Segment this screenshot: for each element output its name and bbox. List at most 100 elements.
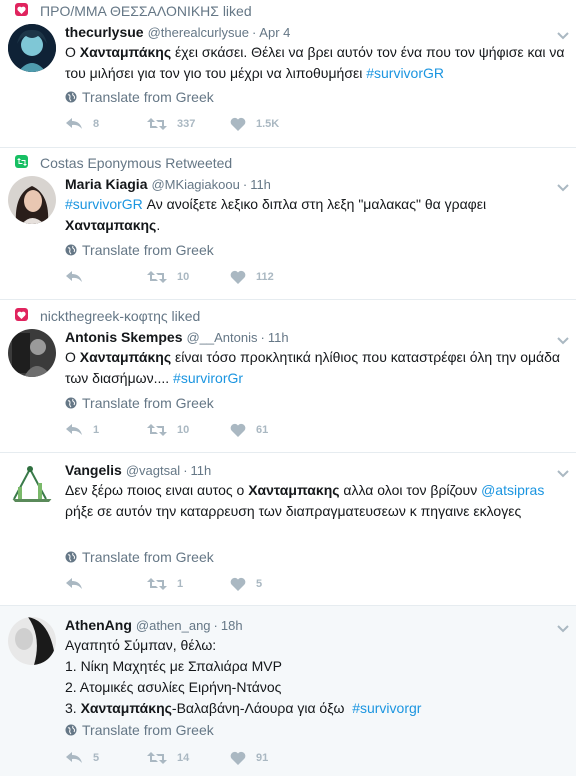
translate-label[interactable]: Translate from Greek — [82, 722, 214, 738]
retweet-button[interactable]: 10 — [147, 270, 189, 284]
retweet-button[interactable]: 14 — [147, 751, 189, 765]
avatar[interactable] — [8, 461, 56, 509]
translate-link[interactable]: Translate from Greek — [65, 241, 214, 259]
reply-count: 1 — [93, 424, 100, 436]
retweet-count: 14 — [177, 752, 190, 764]
translate-label[interactable]: Translate from Greek — [82, 395, 214, 411]
retweet-icon — [147, 271, 167, 283]
retweet-button[interactable]: 1 — [147, 577, 183, 591]
separator-dot: · — [260, 329, 265, 345]
like-button[interactable]: 112 — [230, 270, 274, 284]
tweet-text: Δεν ξέρω ποιος ειναι αυτος ο Χανταμπακης… — [65, 480, 565, 522]
reply-count: 5 — [93, 752, 100, 764]
author-handle[interactable]: @__Antonis — [186, 330, 257, 345]
text-line: 2. Ατομικές ασυλίες Ειρήνη-Ντάνος — [65, 679, 282, 695]
reply-button[interactable] — [65, 270, 93, 284]
reply-button[interactable]: 5 — [65, 751, 99, 765]
avatar[interactable] — [8, 617, 56, 665]
translate-link[interactable]: Translate from Greek — [65, 88, 214, 106]
author-name[interactable]: Antonis Skempes — [65, 329, 182, 345]
tweet-context: Costas Eponymous Retweeted — [15, 155, 232, 171]
author-handle[interactable]: @MKiagiakoou — [151, 177, 239, 192]
translate-link[interactable]: Translate from Greek — [65, 721, 214, 739]
hashtag-link[interactable]: #survirorGr — [173, 370, 243, 386]
translate-link[interactable]: Translate from Greek — [65, 394, 214, 412]
tweet-actions: 8 337 1.5K — [65, 117, 365, 137]
tweet[interactable]: nickthegreek-κοφτης liked Antonis Skempe… — [0, 300, 576, 453]
author-name[interactable]: Vangelis — [65, 462, 122, 478]
translate-label[interactable]: Translate from Greek — [82, 242, 214, 258]
author-name[interactable]: Maria Kiagia — [65, 176, 147, 192]
separator-dot: · — [242, 176, 248, 192]
timestamp[interactable]: Apr 4 — [259, 25, 290, 40]
reply-icon — [66, 118, 82, 129]
tweet[interactable]: Vangelis @vagtsal · 11h Δεν ξέρω ποιος ε… — [0, 453, 576, 606]
heart-icon — [230, 577, 246, 591]
tweet-actions: 10 112 — [65, 270, 365, 290]
text-fragment: Ο — [65, 44, 80, 60]
tweet-text: Ο Χανταμπάκης είναι τόσο προκλητικά ηλίθ… — [65, 347, 565, 389]
author-name[interactable]: thecurlysue — [65, 24, 144, 40]
like-count: 1.5K — [256, 118, 280, 130]
chevron-down-icon[interactable] — [556, 332, 570, 345]
chevron-down-icon[interactable] — [556, 179, 570, 192]
heart-icon — [230, 423, 246, 437]
hashtag-link[interactable]: #survivorgr — [352, 700, 421, 716]
globe-icon — [65, 397, 77, 409]
timestamp[interactable]: 11h — [250, 177, 271, 192]
retweet-icon — [147, 578, 167, 590]
tweet[interactable]: ΠΡΟ/ΜΜΑ ΘΕΣΣΑΛΟΝΙΚΗΣ liked thecurlysue @… — [0, 0, 576, 148]
hashtag-link[interactable]: #survivorGR — [65, 196, 143, 212]
like-count: 112 — [256, 271, 274, 283]
tweet[interactable]: Costas Eponymous Retweeted Maria Kiagia … — [0, 148, 576, 300]
avatar[interactable] — [8, 24, 56, 72]
chevron-down-icon[interactable] — [556, 27, 570, 40]
author-handle[interactable]: @vagtsal — [126, 463, 180, 478]
timestamp[interactable]: 18h — [221, 618, 243, 633]
text-line: Αγαπητό Σύμπαν, θέλω: — [65, 637, 217, 653]
text-fragment: αλλα ολοι τον βρίζουν — [339, 482, 482, 498]
translate-link[interactable]: Translate from Greek — [65, 548, 214, 566]
timeline-feed: ΠΡΟ/ΜΜΑ ΘΕΣΣΑΛΟΝΙΚΗΣ liked thecurlysue @… — [0, 0, 576, 776]
separator-dot: · — [251, 24, 257, 40]
retweet-button[interactable]: 10 — [147, 423, 189, 437]
like-button[interactable]: 61 — [230, 423, 268, 437]
tweet[interactable]: AthenAng @athen_ang · 18h Αγαπητό Σύμπαν… — [0, 606, 576, 776]
author-handle[interactable]: @athen_ang — [136, 618, 211, 633]
timestamp[interactable]: 11h — [191, 463, 212, 478]
reply-button[interactable]: 8 — [65, 117, 99, 131]
retweet-count: 10 — [177, 424, 190, 436]
avatar[interactable] — [8, 176, 56, 224]
reply-button[interactable] — [65, 577, 93, 591]
like-button[interactable]: 5 — [230, 577, 262, 591]
heart-icon — [230, 270, 246, 284]
retweet-count: 1 — [177, 578, 184, 590]
chevron-down-icon[interactable] — [556, 620, 570, 633]
retweet-button[interactable]: 337 — [147, 117, 195, 131]
translate-label[interactable]: Translate from Greek — [82, 549, 214, 565]
mention-link[interactable]: @atsipras — [481, 482, 544, 498]
author-handle[interactable]: @therealcurlysue — [148, 25, 249, 40]
chevron-down-icon[interactable] — [556, 465, 570, 478]
timestamp[interactable]: 11h — [268, 330, 289, 345]
context-label[interactable]: ΠΡΟ/ΜΜΑ ΘΕΣΣΑΛΟΝΙΚΗΣ liked — [40, 3, 252, 19]
author-name[interactable]: AthenAng — [65, 617, 132, 633]
context-label[interactable]: nickthegreek-κοφτης liked — [40, 308, 200, 324]
avatar[interactable] — [8, 329, 56, 377]
context-label[interactable]: Costas Eponymous Retweeted — [40, 155, 232, 171]
retweet-icon — [15, 155, 28, 168]
heart-icon — [230, 117, 246, 131]
text-fragment: 3. — [65, 700, 81, 716]
text-fragment: . — [156, 217, 161, 233]
like-button[interactable]: 91 — [230, 751, 268, 765]
translate-label[interactable]: Translate from Greek — [82, 89, 214, 105]
like-button[interactable]: 1.5K — [230, 117, 279, 131]
heart-icon — [15, 308, 28, 321]
reply-button[interactable]: 1 — [65, 423, 99, 437]
hashtag-link[interactable]: #survivorGR — [366, 65, 444, 81]
text-fragment: Ο — [65, 349, 80, 365]
text-fragment: -Βαλαβάνη-Λάουρα για όξω — [171, 700, 353, 716]
globe-icon — [65, 244, 77, 256]
reply-icon — [66, 752, 82, 763]
tweet-text: Ο Χανταμπάκης έχει σκάσει. Θέλει να βρει… — [65, 42, 565, 84]
